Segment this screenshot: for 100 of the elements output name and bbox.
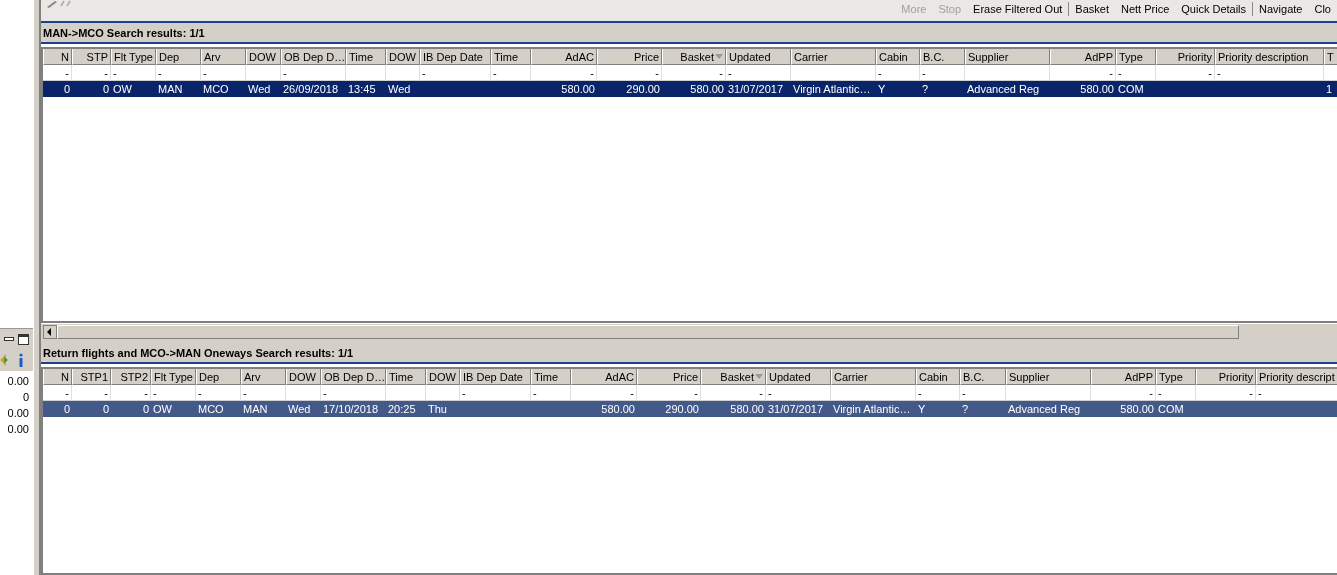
table-cell: 31/07/2017 [728, 83, 784, 95]
column-header[interactable]: OB Dep D… [321, 369, 386, 385]
value-text: 0 [22, 390, 29, 405]
result-row[interactable]: 0 0 OW MAN MCO Wed 26/09/2018 13:45 Wed 580.00 290.00 580.00 31/07/2017 Virgin Atlantic… Y ? Advanced Reg 580.00 COM 1 [43, 81, 1337, 97]
table-cell: 0 [63, 83, 70, 95]
column-header[interactable]: Updated [766, 369, 831, 385]
table-cell: Wed [288, 403, 311, 415]
column-header[interactable]: STP1 [72, 369, 111, 385]
column-header[interactable]: Cabin [876, 49, 920, 65]
scrollbar-thumb[interactable] [57, 325, 1239, 339]
column-header[interactable]: Basket [662, 49, 726, 65]
table-cell: 13:45 [348, 83, 376, 95]
column-header[interactable]: AdAC [571, 369, 637, 385]
toolbar-button[interactable]: Nett Price [1114, 1, 1176, 17]
table-cell: Virgin Atlantic… [793, 83, 871, 95]
table-cell: 290.00 [626, 83, 660, 95]
column-header[interactable]: Time [346, 49, 386, 65]
toolbar-button[interactable]: Basket [1069, 1, 1115, 17]
column-header[interactable]: Flt Type [111, 49, 156, 65]
result-row[interactable]: 0 0 0 OW MCO MAN Wed 17/10/2018 20:25 Thu 580.00 290.00 580.00 31/07/2017 Virgin Atlantic… Y ? Advanced Reg 580.00 COM [43, 401, 1337, 417]
table-cell: 31/07/2017 [768, 403, 824, 415]
column-header[interactable]: Priority [1196, 369, 1256, 385]
column-header[interactable]: Updated [726, 49, 791, 65]
column-header[interactable]: Time [531, 369, 571, 385]
table-cell: MAN [158, 83, 183, 95]
value-text: 0.00 [7, 406, 29, 421]
column-header[interactable]: Priority [1156, 49, 1215, 65]
toolbar-button[interactable]: Clo [1308, 1, 1337, 17]
column-header[interactable]: STP2 [111, 369, 151, 385]
toolbar-button[interactable]: Erase Filtered Out [967, 1, 1069, 17]
table-cell: Virgin Atlantic… [833, 403, 911, 415]
column-header[interactable]: IB Dep Date [420, 49, 491, 65]
column-header[interactable]: DOW [426, 369, 460, 385]
column-header[interactable]: DOW [286, 369, 321, 385]
column-header[interactable]: OB Dep D… [281, 49, 346, 65]
column-header[interactable]: Type [1156, 369, 1196, 385]
minimize-icon[interactable] [4, 335, 14, 343]
column-header[interactable]: Basket [701, 369, 766, 385]
column-header[interactable]: Type [1116, 49, 1156, 65]
column-header[interactable]: Carrier [791, 49, 876, 65]
scroll-left-icon[interactable] [43, 325, 57, 339]
column-header[interactable]: Supplier [1006, 369, 1091, 385]
horizontal-scrollbar[interactable] [41, 323, 1337, 340]
table-cell: ? [962, 403, 969, 415]
table-cell: 20:25 [388, 403, 416, 415]
column-header[interactable]: IB Dep Date [460, 369, 531, 385]
table-cell: MCO [198, 403, 224, 415]
column-header[interactable]: Time [386, 369, 426, 385]
column-header[interactable]: Arv [201, 49, 246, 65]
table-cell: OW [153, 403, 172, 415]
table-cell: Thu [428, 403, 447, 415]
table-cell: 580.00 [690, 83, 724, 95]
table-cell: COM [1118, 83, 1144, 95]
table-cell: COM [1158, 403, 1184, 415]
column-header[interactable]: DOW [246, 49, 281, 65]
table-cell: 580.00 [1120, 403, 1154, 415]
column-header[interactable]: N [43, 369, 72, 385]
column-header[interactable]: Time [491, 49, 531, 65]
column-header[interactable]: DOW [386, 49, 420, 65]
table-cell: 290.00 [665, 403, 699, 415]
section-title: Return flights and MCO->MAN Oneways Search results: 1/1 [43, 346, 354, 359]
info-icon[interactable] [17, 353, 25, 367]
column-header[interactable]: B.C. [960, 369, 1006, 385]
table-cell: 580.00 [601, 403, 635, 415]
toolbar-button[interactable]: Navigate [1253, 1, 1309, 17]
column-header[interactable]: AdAC [531, 49, 597, 65]
maximize-icon[interactable] [18, 333, 29, 345]
column-header[interactable]: STP [72, 49, 111, 65]
table-cell: OW [113, 83, 132, 95]
table-cell: MAN [243, 403, 268, 415]
column-header[interactable]: Supplier [965, 49, 1050, 65]
column-header[interactable]: AdPP [1050, 49, 1116, 65]
column-header[interactable]: Dep [156, 49, 201, 65]
column-header[interactable]: AdPP [1091, 369, 1156, 385]
table-cell: Advanced Reg [967, 83, 1040, 95]
column-header[interactable]: Flt Type [151, 369, 196, 385]
table-cell: MCO [203, 83, 229, 95]
column-header[interactable]: Cabin [916, 369, 960, 385]
toolbar-button[interactable]: Quick Details [1175, 1, 1253, 17]
table-cell: 580.00 [561, 83, 595, 95]
column-header[interactable]: Priority description [1215, 49, 1324, 65]
column-header[interactable]: Arv [241, 369, 286, 385]
table-cell: Wed [248, 83, 271, 95]
column-header[interactable]: Carrier [831, 369, 916, 385]
column-header[interactable]: B.C. [920, 49, 965, 65]
splitter-bar[interactable] [33, 0, 41, 575]
table-cell: Y [918, 403, 926, 415]
table-cell: 26/09/2018 [283, 83, 339, 95]
table-cell: 0 [63, 403, 70, 415]
table-cell: 580.00 [1080, 83, 1114, 95]
table-cell: 1 [1326, 83, 1333, 95]
column-header[interactable]: Dep [196, 369, 241, 385]
column-header[interactable]: Price [637, 369, 701, 385]
table-cell: ? [922, 83, 929, 95]
column-header[interactable]: Priority descript [1256, 369, 1337, 385]
arrow-icon[interactable] [0, 354, 8, 366]
column-header[interactable]: Price [597, 49, 662, 65]
column-header[interactable]: T [1324, 49, 1337, 65]
column-header[interactable]: N [43, 49, 72, 65]
table-cell: 580.00 [730, 403, 764, 415]
